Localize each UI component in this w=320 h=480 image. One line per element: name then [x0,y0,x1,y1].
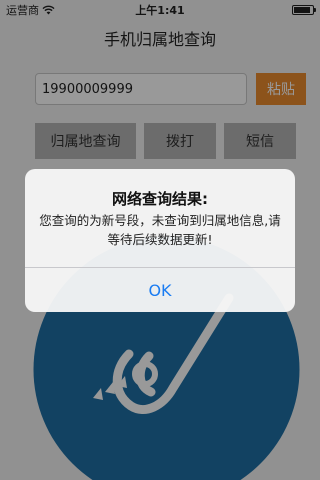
alert-message: 您查询的为新号段，未查询到归属地信息,请等待后续数据更新! [39,213,281,247]
alert-ok-button[interactable]: OK [25,268,295,312]
alert-title: 网络查询结果: [112,190,208,208]
app-screen: 运营商 上午1:41 手机归属地查询 粘贴 归属地查询 拨打 短信 [0,0,320,480]
alert-dialog: 网络查询结果: 您查询的为新号段，未查询到归属地信息,请等待后续数据更新! OK [25,169,295,312]
